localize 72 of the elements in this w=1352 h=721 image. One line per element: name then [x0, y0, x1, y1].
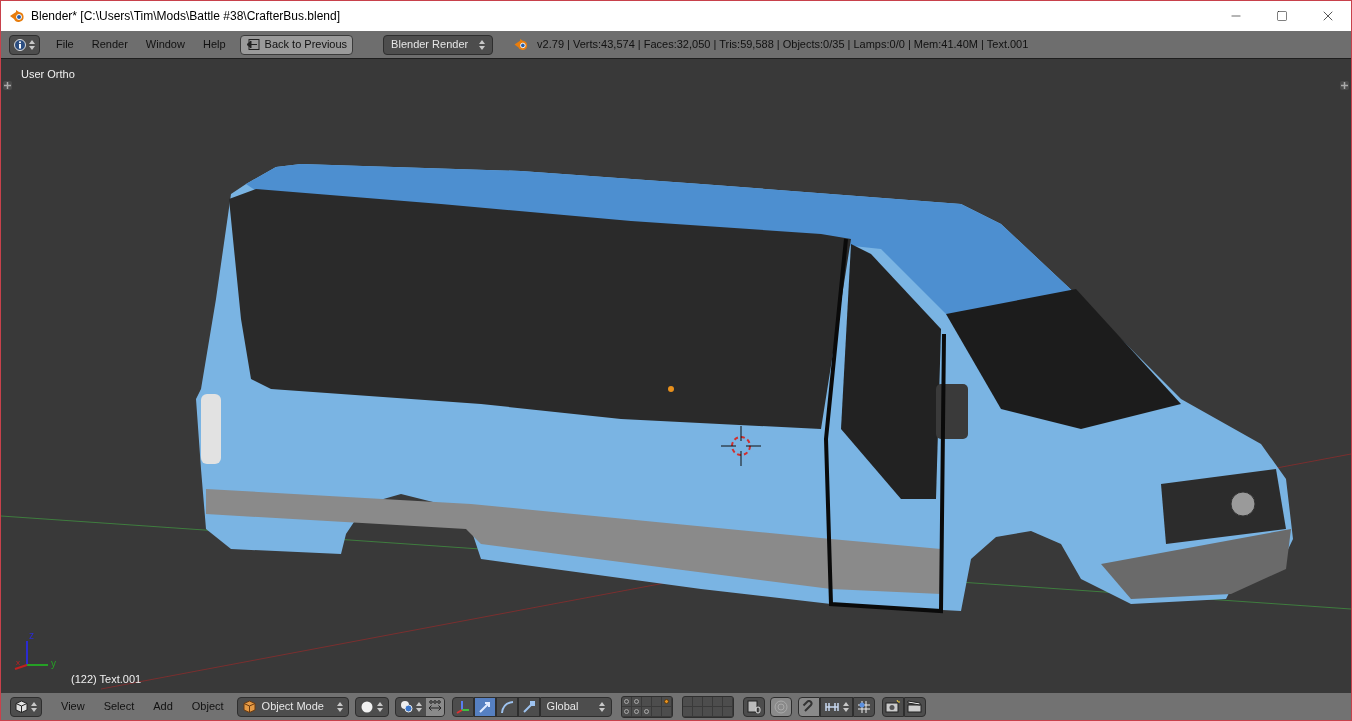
menu-item[interactable]: Render: [83, 36, 136, 53]
back-to-previous-button[interactable]: Back to Previous: [239, 34, 354, 55]
camera-icon: [885, 700, 901, 713]
corner-plus-icon[interactable]: [3, 81, 12, 90]
updown-arrows-icon: [376, 701, 383, 712]
scale-tool-button[interactable]: [517, 696, 540, 717]
app-logo-icon: [9, 9, 25, 23]
snap-element-dropdown[interactable]: [819, 696, 853, 717]
layer-button[interactable]: [621, 706, 632, 717]
back-arrow-icon: [245, 39, 260, 50]
snap-increment-icon: [823, 700, 840, 713]
blender-logo-icon: [513, 38, 530, 51]
proportional-edit-button[interactable]: [769, 696, 792, 717]
rotate-tool-button[interactable]: [495, 696, 518, 717]
window-title: Blender* [C:\Users\Tim\Mods\Battle #38\CrafterBus.blend]: [31, 8, 341, 25]
move-arrows-icon: [427, 700, 442, 713]
translate-tool-button[interactable]: [473, 696, 496, 717]
menu-item[interactable]: Object: [183, 698, 232, 715]
orientation-dropdown[interactable]: Global: [539, 696, 612, 717]
menu-item[interactable]: View: [53, 698, 93, 715]
view-label: User Ortho: [21, 67, 75, 82]
maximize-icon: [1276, 10, 1288, 22]
editor-type-button[interactable]: [9, 34, 40, 55]
target-icon: [773, 699, 788, 714]
updown-arrows-icon: [479, 39, 486, 50]
van-drawing[interactable]: [196, 164, 1293, 614]
editor-type-button[interactable]: [10, 696, 42, 717]
updown-arrows-icon: [31, 701, 37, 712]
updown-arrows-icon: [598, 701, 605, 712]
cube-icon: [15, 700, 28, 713]
sphere-icon: [360, 700, 373, 713]
render-image-button[interactable]: [881, 696, 904, 717]
layer-button[interactable]: [661, 696, 672, 707]
menu-item[interactable]: Add: [145, 698, 181, 715]
updown-arrows-icon: [415, 701, 422, 712]
snap-center-toggle[interactable]: [425, 697, 444, 716]
snap-target-button[interactable]: [852, 696, 875, 717]
layer-button[interactable]: [631, 696, 642, 707]
object-info: (122) Text.001: [71, 671, 142, 687]
snap-toggle[interactable]: [797, 696, 820, 717]
mode-dropdown[interactable]: Object Mode: [236, 696, 349, 717]
cube-icon: [242, 700, 256, 713]
3d-cursor-icon: [720, 425, 762, 467]
render-animation-button[interactable]: [903, 696, 926, 717]
menu-item[interactable]: Select: [95, 698, 143, 715]
origin-dot: [668, 386, 674, 392]
menu-item[interactable]: Help: [194, 36, 234, 53]
layer-button[interactable]: [641, 706, 652, 717]
axis-label: z: [29, 631, 34, 641]
render-engine-dropdown[interactable]: Blender Render: [383, 34, 494, 55]
pivot-point-icon: [399, 700, 413, 713]
layer-button[interactable]: [631, 706, 642, 717]
manipulator-toggle[interactable]: [451, 696, 474, 717]
updown-arrows-icon: [842, 701, 849, 712]
grid-snap-icon: [856, 699, 871, 714]
layer-button[interactable]: [621, 696, 632, 707]
updown-arrows-icon: [336, 701, 343, 712]
menu-item[interactable]: File: [48, 36, 82, 53]
menu-item[interactable]: Window: [137, 36, 193, 53]
axis-label: x: [16, 659, 20, 667]
axis-label: y: [51, 659, 56, 669]
info-icon: [14, 38, 26, 51]
shading-dropdown[interactable]: [354, 696, 389, 717]
updown-arrows-icon: [29, 39, 35, 50]
clapperboard-icon: [907, 700, 923, 713]
chain-icon: [746, 699, 761, 714]
magnet-icon: [801, 699, 816, 714]
lock-layers-button[interactable]: [742, 696, 765, 717]
scene-statistics: v2.79 | Verts:43,574 | Faces:32,050 | Tris:59,588 | Objects:0/35 | Lamps:0/0 | Mem:41.40M | Text.001: [537, 37, 1029, 53]
curve-icon: [498, 698, 515, 715]
corner-plus-icon[interactable]: [1340, 81, 1349, 90]
axis-manipulator-icon: [455, 699, 470, 714]
